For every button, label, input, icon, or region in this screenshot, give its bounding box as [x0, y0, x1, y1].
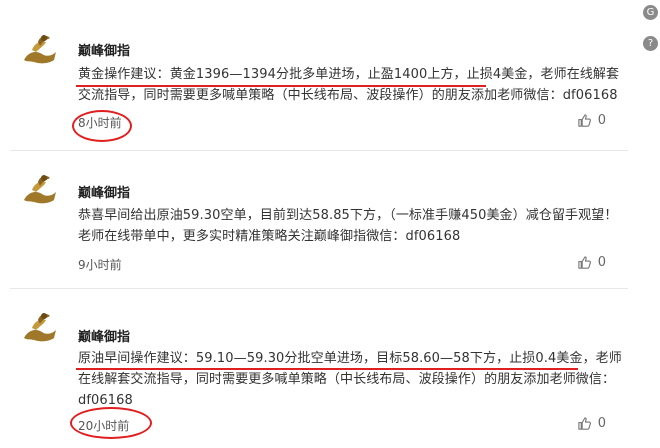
- like-count: 0: [597, 113, 606, 128]
- like-button[interactable]: 0: [577, 416, 606, 431]
- like-count: 0: [597, 416, 606, 431]
- thumbs-up-icon: [578, 417, 591, 430]
- thumbs-up-icon: [578, 114, 591, 127]
- timestamp: 9小时前: [78, 258, 122, 272]
- side-toolbar: G ?: [643, 5, 660, 67]
- annotation-underline: [76, 368, 578, 370]
- comment-text: 原油早间操作建议：59.10—59.30分批空单进场，目标58.60—58下方，…: [78, 351, 622, 408]
- side-button-g[interactable]: G: [643, 5, 658, 20]
- author-name[interactable]: 巅峰御指: [78, 40, 130, 59]
- comment-feed: 巅峰御指 黄金操作建议：黄金1396—1394分批多单进场，止盈1400上方，止…: [0, 0, 628, 448]
- avatar[interactable]: [18, 30, 60, 72]
- annotation-underline: [76, 85, 486, 87]
- comment-item: 巅峰御指 恭喜早间给出原油59.30空单，目前到达58.85下方，（一标准手赚4…: [10, 150, 628, 288]
- comment-text: 恭喜早间给出原油59.30空单，目前到达58.85下方，（一标准手赚450美金）…: [78, 208, 618, 244]
- annotation-circle: [70, 407, 152, 439]
- author-name[interactable]: 巅峰御指: [78, 326, 130, 345]
- avatar[interactable]: [18, 308, 60, 350]
- like-count: 0: [597, 255, 606, 270]
- avatar[interactable]: [18, 170, 60, 212]
- author-name[interactable]: 巅峰御指: [78, 182, 130, 201]
- like-button[interactable]: 0: [577, 255, 606, 270]
- like-button[interactable]: 0: [577, 113, 606, 128]
- thumbs-up-icon: [578, 256, 591, 269]
- help-icon[interactable]: ?: [643, 36, 658, 51]
- annotation-circle: [72, 110, 132, 142]
